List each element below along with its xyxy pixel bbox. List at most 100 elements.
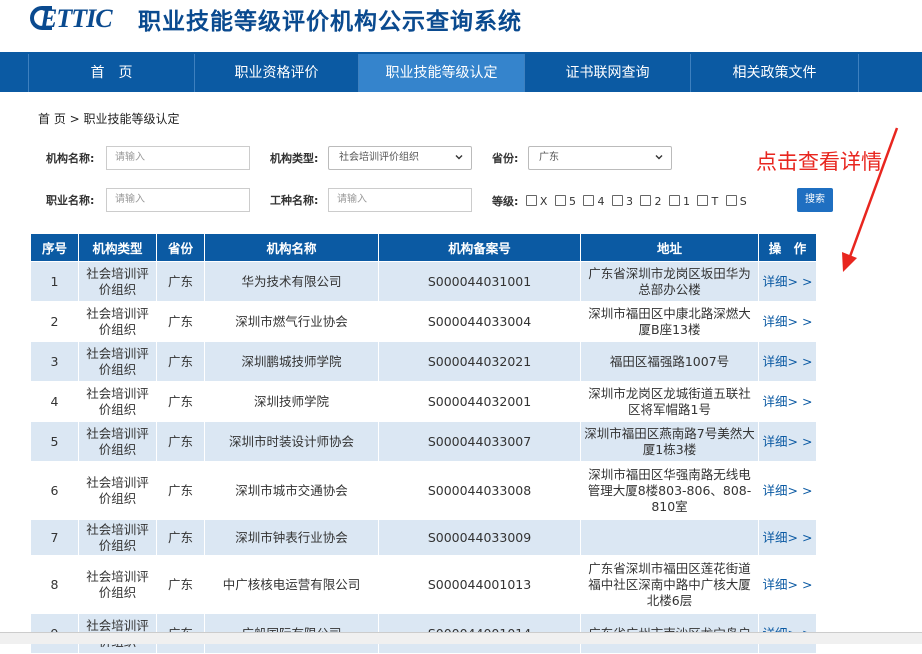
province-label: 省份: bbox=[492, 152, 519, 165]
level-checkbox-2[interactable] bbox=[640, 195, 652, 206]
level-option-label: 1 bbox=[682, 195, 690, 208]
org-type-select[interactable]: 社会培训评价组织 bbox=[328, 146, 472, 170]
table-header-row: 序号 机构类型 省份 机构名称 机构备案号 地址 操 作 bbox=[30, 233, 817, 262]
cell-no: 5 bbox=[30, 421, 79, 462]
occupation-input[interactable]: 请输入 bbox=[106, 188, 250, 212]
cell-record: S000044033004 bbox=[378, 301, 581, 342]
cell-province: 广东 bbox=[156, 381, 205, 422]
detail-link[interactable]: 详细> > bbox=[758, 381, 817, 422]
chevron-down-icon bbox=[455, 155, 463, 160]
chevron-down-icon bbox=[655, 155, 663, 160]
level-option-label: T bbox=[711, 195, 719, 208]
cell-address: 广东省深圳市福田区莲花街道福中社区深南中路中广核大厦北楼6层 bbox=[580, 555, 759, 614]
col-header-type: 机构类型 bbox=[78, 233, 157, 262]
cell-record: S000044032021 bbox=[378, 341, 581, 382]
table-row: 5 社会培训评价组织 广东 深圳市时装设计师协会 S000044033007 深… bbox=[30, 421, 817, 462]
cell-type: 社会培训评价组织 bbox=[78, 421, 157, 462]
detail-link[interactable]: 详细> > bbox=[758, 421, 817, 462]
table-row: 7 社会培训评价组织 广东 深圳市钟表行业协会 S000044033009 详细… bbox=[30, 519, 817, 556]
col-header-address: 地址 bbox=[580, 233, 759, 262]
province-select[interactable]: 广东 bbox=[528, 146, 672, 170]
level-label: 等级: bbox=[492, 195, 519, 208]
logo[interactable]: ETTIC bbox=[30, 4, 126, 33]
cell-type: 社会培训评价组织 bbox=[78, 519, 157, 556]
col-header-record: 机构备案号 bbox=[378, 233, 581, 262]
level-checkbox-1[interactable] bbox=[668, 195, 680, 206]
detail-link[interactable]: 详细> > bbox=[758, 519, 817, 556]
org-type-label: 机构类型: bbox=[270, 152, 319, 165]
detail-link[interactable]: 详细> > bbox=[758, 261, 817, 302]
level-checkbox-s[interactable] bbox=[725, 195, 737, 206]
cell-record: S000044033007 bbox=[378, 421, 581, 462]
detail-link[interactable]: 详细> > bbox=[758, 341, 817, 382]
table-row: 8 社会培训评价组织 广东 中广核核电运营有限公司 S000044001013 … bbox=[30, 555, 817, 614]
detail-link[interactable]: 详细> > bbox=[758, 461, 817, 520]
cell-no: 4 bbox=[30, 381, 79, 422]
nav-item-home[interactable]: 首 页 bbox=[28, 54, 194, 92]
cell-province: 广东 bbox=[156, 421, 205, 462]
cell-name: 深圳市燃气行业协会 bbox=[204, 301, 379, 342]
org-type-value: 社会培训评价组织 bbox=[339, 152, 419, 163]
cell-type: 社会培训评价组织 bbox=[78, 301, 157, 342]
cell-name: 中广核核电运营有限公司 bbox=[204, 555, 379, 614]
cell-record: S000044032001 bbox=[378, 381, 581, 422]
col-header-province: 省份 bbox=[156, 233, 205, 262]
cell-no: 1 bbox=[30, 261, 79, 302]
cell-type: 社会培训评价组织 bbox=[78, 341, 157, 382]
cell-record: S000044001013 bbox=[378, 555, 581, 614]
col-header-name: 机构名称 bbox=[204, 233, 379, 262]
col-header-op: 操 作 bbox=[758, 233, 817, 262]
level-option-label: 5 bbox=[568, 195, 576, 208]
nav-item-certificate[interactable]: 证书联网查询 bbox=[524, 54, 690, 92]
cell-name: 深圳市时装设计师协会 bbox=[204, 421, 379, 462]
nav-divider bbox=[858, 54, 859, 92]
cell-record: S000044033009 bbox=[378, 519, 581, 556]
cell-province: 广东 bbox=[156, 519, 205, 556]
table-row: 4 社会培训评价组织 广东 深圳技师学院 S000044032001 深圳市龙岗… bbox=[30, 381, 817, 422]
site-header: ETTIC 职业技能等级评价机构公示查询系统 bbox=[0, 0, 922, 52]
level-checkbox-3[interactable] bbox=[611, 195, 623, 206]
detail-link[interactable]: 详细> > bbox=[758, 555, 817, 614]
cell-name: 深圳技师学院 bbox=[204, 381, 379, 422]
org-name-input[interactable]: 请输入 bbox=[106, 146, 250, 170]
window-bottom-edge bbox=[0, 632, 922, 644]
province-value: 广东 bbox=[539, 152, 559, 163]
cell-no: 7 bbox=[30, 519, 79, 556]
col-header-no: 序号 bbox=[30, 233, 79, 262]
cell-province: 广东 bbox=[156, 261, 205, 302]
org-name-label: 机构名称: bbox=[46, 152, 95, 165]
table-row: 1 社会培训评价组织 广东 华为技术有限公司 S000044031001 广东省… bbox=[30, 261, 817, 302]
table-row: 3 社会培训评价组织 广东 深圳鹏城技师学院 S000044032021 福田区… bbox=[30, 341, 817, 382]
cell-record: S000044033008 bbox=[378, 461, 581, 520]
level-option-label: 4 bbox=[597, 195, 605, 208]
cell-name: 华为技术有限公司 bbox=[204, 261, 379, 302]
level-filter: 等级: X 5 4 3 2 1 T S bbox=[492, 193, 747, 209]
occupation-label: 职业名称: bbox=[46, 194, 95, 207]
level-checkbox-x[interactable] bbox=[525, 195, 537, 206]
cell-address: 深圳市福田区燕南路7号美然大厦1栋3楼 bbox=[580, 421, 759, 462]
search-button[interactable]: 搜索 bbox=[797, 188, 833, 212]
work-type-input[interactable]: 请输入 bbox=[328, 188, 472, 212]
nav-item-policy[interactable]: 相关政策文件 bbox=[690, 54, 858, 92]
work-type-label: 工种名称: bbox=[270, 194, 319, 207]
cell-no: 3 bbox=[30, 341, 79, 382]
level-option-label: X bbox=[539, 195, 548, 208]
cell-address: 福田区福强路1007号 bbox=[580, 341, 759, 382]
annotation-text: 点击查看详情 bbox=[756, 150, 882, 174]
nav-item-qualification[interactable]: 职业资格评价 bbox=[194, 54, 358, 92]
cell-type: 社会培训评价组织 bbox=[78, 461, 157, 520]
site-title: 职业技能等级评价机构公示查询系统 bbox=[138, 9, 522, 35]
cell-no: 2 bbox=[30, 301, 79, 342]
table-row: 2 社会培训评价组织 广东 深圳市燃气行业协会 S000044033004 深圳… bbox=[30, 301, 817, 342]
level-checkbox-4[interactable] bbox=[583, 195, 595, 206]
cell-name: 深圳鹏城技师学院 bbox=[204, 341, 379, 382]
cell-province: 广东 bbox=[156, 461, 205, 520]
cell-type: 社会培训评价组织 bbox=[78, 261, 157, 302]
level-checkbox-5[interactable] bbox=[554, 195, 566, 206]
level-checkbox-t[interactable] bbox=[697, 195, 709, 206]
cell-type: 社会培训评价组织 bbox=[78, 555, 157, 614]
nav-item-skill-level[interactable]: 职业技能等级认定 bbox=[358, 54, 524, 92]
cell-province: 广东 bbox=[156, 341, 205, 382]
detail-link[interactable]: 详细> > bbox=[758, 301, 817, 342]
cell-type: 社会培训评价组织 bbox=[78, 381, 157, 422]
